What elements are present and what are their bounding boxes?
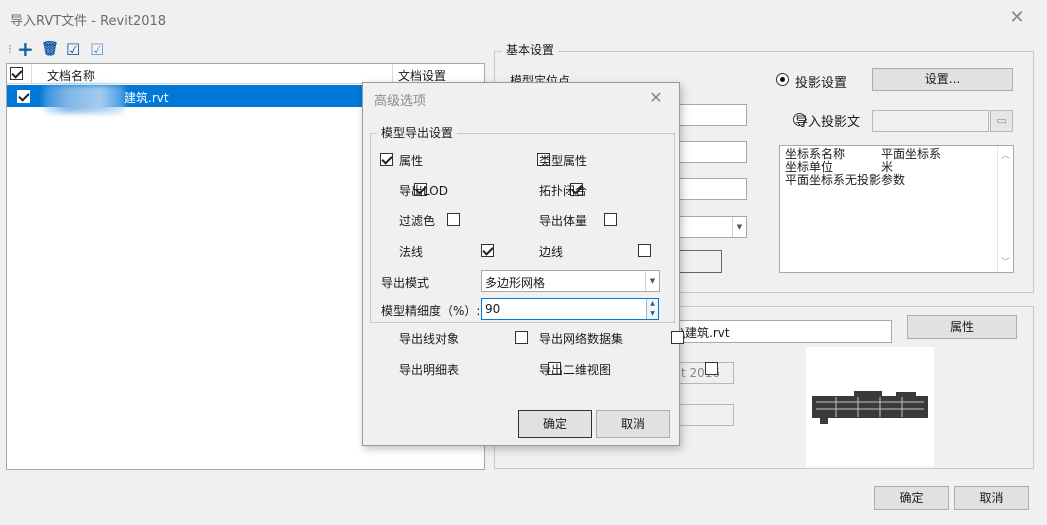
option-label: 导出线对象 xyxy=(399,332,460,346)
model-export-label: 模型导出设置 xyxy=(377,124,458,141)
precision-spinner[interactable]: 90 ▲ ▼ xyxy=(481,298,659,320)
model-preview-image xyxy=(806,347,934,467)
option-checkbox[interactable] xyxy=(447,213,461,226)
projection-file-field[interactable] xyxy=(872,110,989,132)
option-checkbox[interactable] xyxy=(671,331,685,344)
export-mode-select[interactable]: 多边形网格 ▼ xyxy=(481,270,660,292)
dialog-ok-button[interactable]: 确定 xyxy=(518,410,592,438)
option-label: 导出网络数据集 xyxy=(539,332,624,346)
projection-radio[interactable] xyxy=(776,73,789,86)
option-label: 导出明细表 xyxy=(399,363,460,377)
file-list-header: 文档名称 文档设置 xyxy=(7,64,484,84)
crs-info-box[interactable]: 坐标系名称 坐标单位 平面坐标系无投影参数 平面坐标系 米 ︿ ﹀ xyxy=(779,145,1014,273)
cancel-button[interactable]: 取消 xyxy=(954,486,1029,510)
window-title: 导入RVT文件 - Revit2018 xyxy=(10,14,167,29)
export-mode-label: 导出模式 xyxy=(381,276,430,290)
delete-icon[interactable]: 🗑 xyxy=(41,41,59,57)
option-checkbox[interactable] xyxy=(705,362,719,375)
option-checkbox[interactable] xyxy=(514,331,528,344)
window-close-icon[interactable]: ✕ xyxy=(1008,9,1026,27)
option-checkbox[interactable] xyxy=(380,153,393,166)
anchor-y-field[interactable] xyxy=(676,141,747,163)
row-file-name: 建筑.rvt xyxy=(124,91,169,105)
option-label: 边线 xyxy=(539,245,564,259)
option-label: 属性 xyxy=(399,154,424,168)
advanced-options-dialog: 高级选项 ✕ 模型导出设置 属性 类型属性 导出LOD 拓扑闭合 过滤色 导出体… xyxy=(362,82,719,446)
basic-settings-label: 基本设置 xyxy=(502,41,559,58)
anchor-z-field[interactable] xyxy=(676,178,747,200)
export-mode-value: 多边形网格 xyxy=(485,276,546,290)
option-label: 过滤色 xyxy=(399,214,436,228)
settings-button[interactable]: 设置... xyxy=(872,68,1013,91)
option-label: 导出LOD xyxy=(399,184,448,198)
crs-scrollbar[interactable]: ︿ ﹀ xyxy=(997,146,1013,272)
file-path-field[interactable]: \建筑.rvt xyxy=(676,320,892,343)
browse-folder-icon[interactable]: ▭ xyxy=(990,110,1013,132)
column-header-name[interactable]: 文档名称 xyxy=(47,67,95,84)
projection-radio-label: 投影设置 xyxy=(795,76,848,91)
select-all-checkbox[interactable] xyxy=(10,67,23,80)
option-label: 法线 xyxy=(399,245,424,259)
toolbar-grip: ⁝ xyxy=(8,42,12,56)
crs-line: 平面坐标系无投影参数 xyxy=(785,173,906,187)
spinner-arrows[interactable]: ▲ ▼ xyxy=(646,299,658,319)
dialog-cancel-button[interactable]: 取消 xyxy=(596,410,670,438)
row-checkbox[interactable] xyxy=(17,90,30,103)
option-label: 导出二维视图 xyxy=(539,363,612,377)
precision-value: 90 xyxy=(485,302,501,316)
ok-button[interactable]: 确定 xyxy=(874,486,949,510)
file-size-field xyxy=(676,404,734,426)
option-checkbox[interactable] xyxy=(604,213,618,226)
option-checkbox[interactable] xyxy=(637,244,651,257)
anchor-pick-button[interactable] xyxy=(676,250,722,273)
anchor-select[interactable]: ▼ xyxy=(676,216,747,238)
check-all-icon[interactable]: ☑ xyxy=(66,40,80,59)
import-projection-label: 导入投影文 xyxy=(795,115,861,130)
dialog-title: 高级选项 xyxy=(374,94,427,109)
add-icon[interactable]: + xyxy=(17,38,34,60)
redacted-blur xyxy=(43,85,125,113)
option-label: 拓扑闭合 xyxy=(539,184,588,198)
option-label: 导出体量 xyxy=(539,214,588,228)
precision-label: 模型精细度（%）: xyxy=(381,304,481,318)
uncheck-all-icon[interactable]: ☑ xyxy=(90,40,104,59)
dialog-close-icon[interactable]: ✕ xyxy=(647,89,665,107)
option-checkbox[interactable] xyxy=(480,244,494,257)
option-label: 类型属性 xyxy=(539,154,588,168)
attributes-button[interactable]: 属性 xyxy=(907,315,1017,339)
crs-value: 米 xyxy=(881,160,894,174)
anchor-x-field[interactable] xyxy=(676,104,747,126)
